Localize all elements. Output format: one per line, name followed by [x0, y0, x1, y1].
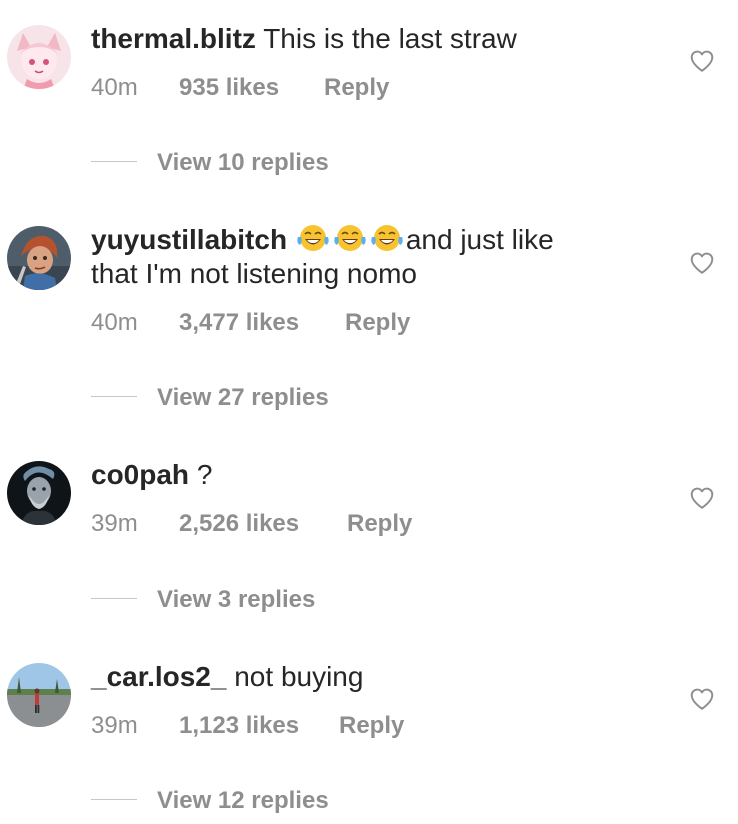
- comment-body: This is the last straw: [263, 23, 517, 54]
- outdoor-photo-avatar-icon: [7, 663, 71, 727]
- view-replies-button[interactable]: View 12 replies: [91, 786, 329, 816]
- avatar[interactable]: [7, 663, 71, 727]
- comment-time: 39m: [91, 510, 138, 537]
- face-with-tears-of-joy-icon: [295, 223, 331, 253]
- replies-divider-line: [91, 598, 137, 599]
- comments-list: { "comments": [ { "username": "thermal.b…: [0, 0, 738, 824]
- comment-likes[interactable]: 3,477 likes: [179, 308, 345, 338]
- view-replies-label: View 10 replies: [157, 149, 329, 176]
- comment-likes[interactable]: 2,526 likes: [179, 509, 347, 539]
- comment-text: thermal.blitz This is the last straw: [91, 22, 651, 56]
- comment-meta: 40m 935 likes Reply: [91, 73, 389, 103]
- replies-divider-line: [91, 396, 137, 397]
- doll-character-avatar-icon: [7, 226, 71, 290]
- comment-body: not buying: [234, 661, 364, 692]
- like-button[interactable]: [689, 686, 715, 712]
- comment-username[interactable]: co0pah: [91, 459, 189, 490]
- comment-likes[interactable]: 935 likes: [179, 73, 324, 103]
- reply-button[interactable]: Reply: [339, 711, 404, 741]
- comment-time: 39m: [91, 712, 138, 739]
- comment-text: co0pah ?: [91, 458, 651, 492]
- comment-time: 40m: [91, 74, 138, 101]
- view-replies-label: View 27 replies: [157, 384, 329, 411]
- face-with-tears-of-joy-icon: [369, 223, 405, 253]
- comment-username[interactable]: thermal.blitz: [91, 23, 256, 54]
- heart-icon: [690, 487, 714, 509]
- comment-body-line-2: that I'm not listening nomo: [91, 258, 417, 289]
- like-button[interactable]: [689, 48, 715, 74]
- reply-button[interactable]: Reply: [345, 308, 410, 338]
- comment-meta: 39m 1,123 likes Reply: [91, 711, 404, 741]
- heart-icon: [690, 50, 714, 72]
- comment-username[interactable]: yuyustillabitch: [91, 224, 287, 255]
- like-button[interactable]: [689, 485, 715, 511]
- view-replies-button[interactable]: View 10 replies: [91, 148, 329, 178]
- face-with-tears-of-joy-icon: [332, 223, 368, 253]
- comment-meta: 40m 3,477 likes Reply: [91, 308, 410, 338]
- view-replies-label: View 12 replies: [157, 787, 329, 814]
- comment-likes[interactable]: 1,123 likes: [179, 711, 339, 741]
- comment-body: ?: [196, 459, 213, 490]
- comment-username[interactable]: _car.los2_: [91, 661, 226, 692]
- comment-text: _car.los2_ not buying: [91, 660, 651, 694]
- anime-character-avatar-icon: [7, 25, 71, 89]
- reply-button[interactable]: Reply: [347, 509, 412, 539]
- reply-button[interactable]: Reply: [324, 73, 389, 103]
- replies-divider-line: [91, 799, 137, 800]
- comment-body-line-1: and just like: [405, 224, 554, 255]
- bearded-man-avatar-icon: [7, 461, 71, 525]
- replies-divider-line: [91, 161, 137, 162]
- comment-meta: 39m 2,526 likes Reply: [91, 509, 412, 539]
- comment-time: 40m: [91, 309, 138, 336]
- comment-text: yuyustillabitch and just like that I'm n…: [91, 223, 651, 291]
- heart-icon: [690, 252, 714, 274]
- avatar[interactable]: [7, 25, 71, 89]
- heart-icon: [690, 688, 714, 710]
- view-replies-label: View 3 replies: [157, 586, 316, 613]
- avatar[interactable]: [7, 226, 71, 290]
- avatar[interactable]: [7, 461, 71, 525]
- like-button[interactable]: [689, 250, 715, 276]
- view-replies-button[interactable]: View 3 replies: [91, 585, 315, 615]
- view-replies-button[interactable]: View 27 replies: [91, 383, 329, 413]
